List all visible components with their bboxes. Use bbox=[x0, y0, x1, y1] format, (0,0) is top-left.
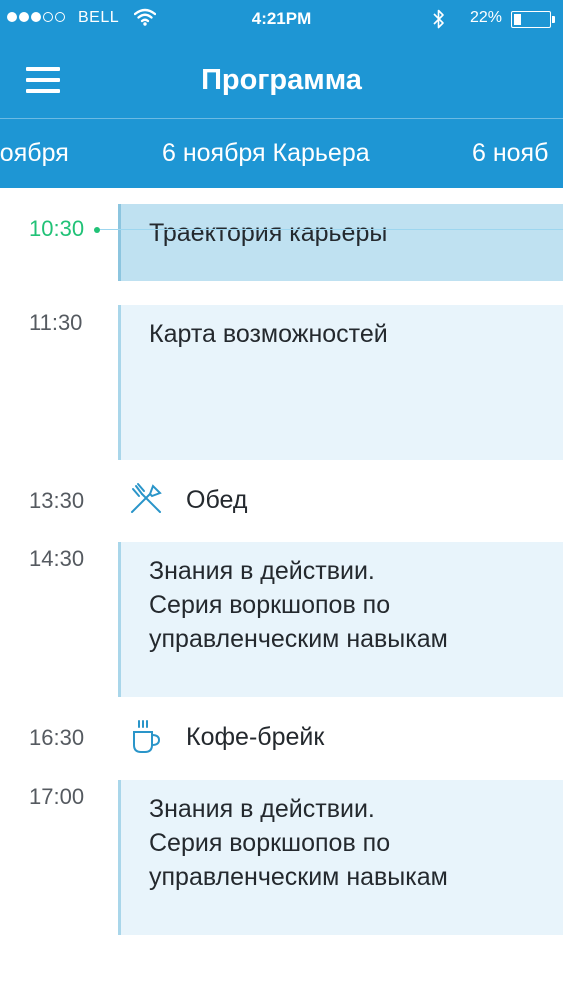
break-item: Обед bbox=[128, 482, 247, 518]
time-label: 16:30 bbox=[29, 725, 85, 750]
session-title-line: Серия воркшопов по bbox=[149, 829, 391, 857]
session-card[interactable]: Знания в действии. Серия воркшопов по упра… bbox=[118, 542, 563, 697]
current-time-dot bbox=[94, 227, 100, 233]
nav-bar: Программа bbox=[0, 50, 563, 114]
time-label: 17:00 bbox=[29, 784, 85, 809]
time-label: 10:30 bbox=[29, 216, 85, 241]
break-title: Обед bbox=[186, 485, 248, 514]
session-title: Знания в действии. Серия воркшопов по упра… bbox=[149, 792, 535, 894]
day-tab-prev[interactable]: ноября bbox=[0, 139, 69, 168]
page-title: Программа bbox=[201, 64, 362, 96]
battery-percent: 22% bbox=[470, 9, 503, 26]
session-title: Карта возможностей bbox=[149, 320, 388, 348]
bluetooth-icon bbox=[433, 9, 444, 29]
break-item: Кофе-брейк bbox=[128, 719, 324, 755]
coffee-cup-icon bbox=[133, 720, 161, 753]
session-title-line: Серия воркшопов по bbox=[149, 591, 391, 619]
day-tab-next[interactable]: 6 нояб bbox=[472, 139, 548, 168]
day-tab-current[interactable]: 6 ноября Карьера bbox=[162, 139, 370, 168]
time-label: 13:30 bbox=[29, 488, 85, 513]
battery-icon bbox=[511, 11, 555, 28]
header: BELL 4:21PM 22% Программа ноября bbox=[0, 0, 563, 188]
time-label: 11:30 bbox=[29, 310, 83, 335]
session-card[interactable]: Знания в действии. Серия воркшопов по упра… bbox=[118, 780, 563, 935]
session-title-line: Знания в действии. bbox=[149, 795, 375, 823]
session-card[interactable]: Траектория карьеры bbox=[118, 204, 563, 281]
fork-knife-icon bbox=[131, 483, 162, 513]
current-time-line bbox=[100, 229, 563, 230]
session-title-line: управленческим навыкам bbox=[149, 863, 448, 891]
time-label: 14:30 bbox=[29, 546, 85, 571]
schedule-screen: BELL 4:21PM 22% Программа ноября bbox=[0, 0, 563, 1000]
status-bar: BELL 4:21PM 22% bbox=[0, 0, 563, 38]
break-title: Кофе-брейк bbox=[186, 722, 325, 751]
day-tabs: ноября 6 ноября Карьера 6 нояб bbox=[0, 118, 563, 188]
schedule-list: Траектория карьеры 10:30 11:30 Карта воз… bbox=[0, 188, 563, 1000]
session-title: Знания в действии. Серия воркшопов по упра… bbox=[149, 554, 535, 656]
session-title-line: Знания в действии. bbox=[149, 557, 375, 585]
battery-level bbox=[514, 14, 522, 25]
session-title: Траектория карьеры bbox=[149, 219, 388, 247]
session-card[interactable]: Карта возможностей bbox=[118, 305, 563, 460]
session-title-line: управленческим навыкам bbox=[149, 625, 448, 653]
